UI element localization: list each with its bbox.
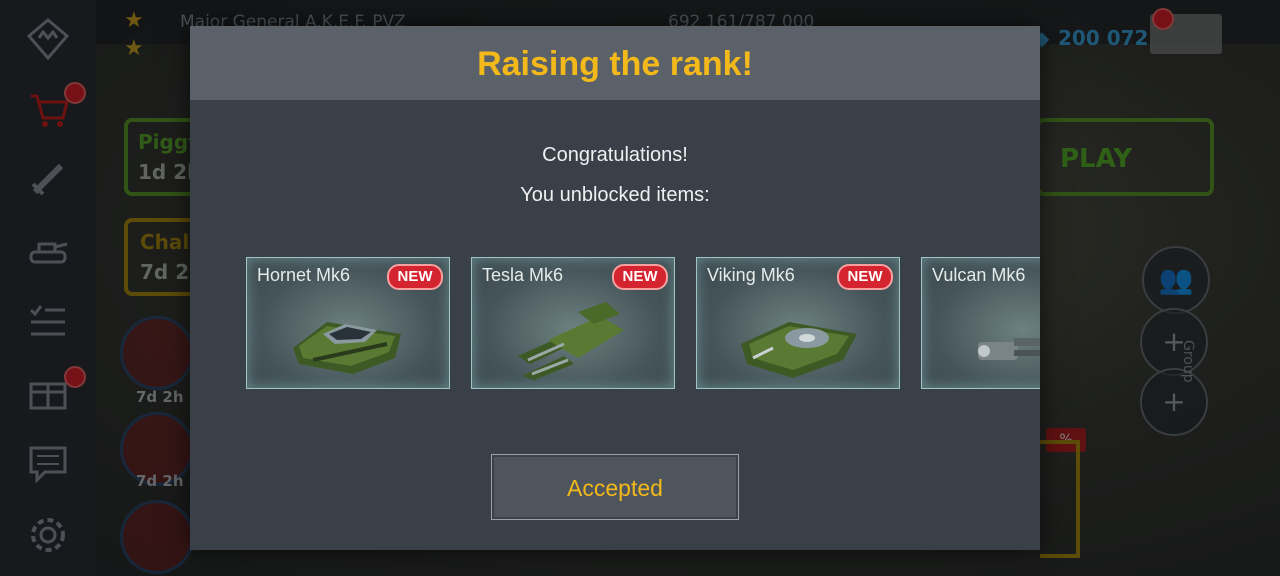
item-name: Hornet Mk6 (257, 265, 351, 285)
item-card-vulcan[interactable]: Vulcan Mk6 (921, 257, 1040, 389)
dialog-header: Raising the rank! (190, 26, 1040, 100)
dialog-title: Raising the rank! (477, 45, 753, 83)
viking-tank-icon (741, 322, 857, 378)
accepted-button[interactable]: Accepted (491, 454, 739, 520)
tesla-tank-icon (518, 302, 624, 380)
item-name: Tesla Mk6 (482, 265, 564, 285)
vulcan-turret-icon (978, 338, 1040, 360)
rank-up-dialog: Raising the rank! Congratulations! You u… (190, 26, 1040, 550)
item-name: Vulcan Mk6 (932, 265, 1026, 285)
item-card-hornet[interactable]: Hornet Mk6 NEW (246, 257, 450, 389)
item-name: Viking Mk6 (707, 265, 795, 285)
item-card-tesla[interactable]: Tesla Mk6 NEW (471, 257, 675, 389)
new-badge: NEW (837, 264, 893, 290)
congratulations-text: Congratulations! (542, 144, 688, 166)
hornet-tank-icon (293, 322, 401, 374)
new-badge: NEW (612, 264, 668, 290)
new-badge: NEW (387, 264, 443, 290)
accepted-button-label: Accepted (567, 475, 663, 501)
item-card-viking[interactable]: Viking Mk6 NEW (696, 257, 900, 389)
unblocked-items-text: You unblocked items: (520, 184, 710, 206)
unlocked-items-list: Hornet Mk6 NEW Tesla Mk6 NEW Viking Mk6 … (246, 257, 1040, 389)
